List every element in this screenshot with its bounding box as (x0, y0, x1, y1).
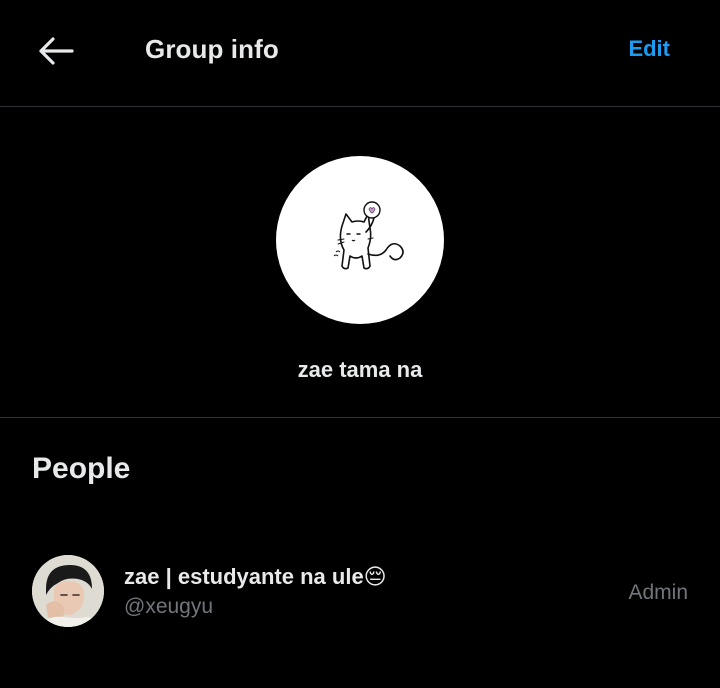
member-name: zae | estudyante na ule😔 (124, 564, 387, 589)
group-profile: zae tama na (0, 107, 720, 418)
member-role-badge: Admin (628, 581, 688, 604)
avatar[interactable] (32, 555, 104, 627)
group-avatar[interactable] (276, 156, 444, 324)
member-list-item[interactable]: zae | estudyante na ule😔 @xeugyu Admin (0, 540, 720, 644)
top-bar: Group info Edit (0, 0, 720, 107)
group-name: zae tama na (297, 357, 423, 382)
people-heading: People (32, 452, 131, 485)
member-avatar-photo (32, 555, 104, 627)
page-title: Group info (145, 34, 279, 64)
back-button[interactable] (30, 28, 82, 74)
edit-button[interactable]: Edit (628, 36, 670, 62)
cat-doodle-avatar (333, 201, 404, 270)
member-handle: @xeugyu (124, 595, 214, 618)
arrow-left-icon (39, 37, 74, 65)
